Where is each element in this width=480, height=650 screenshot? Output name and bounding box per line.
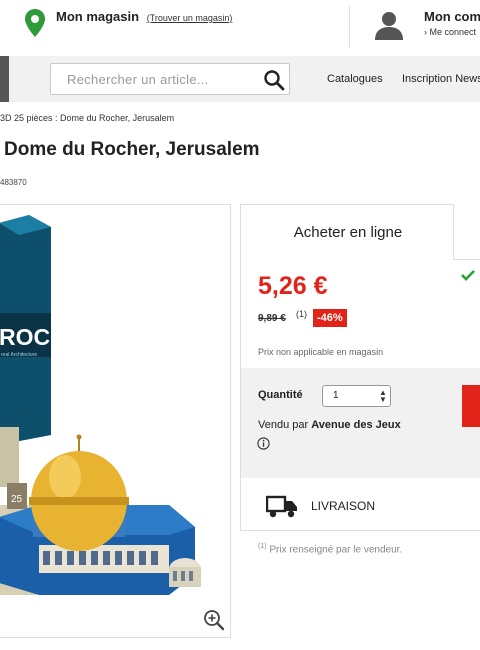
info-icon[interactable] <box>257 437 270 450</box>
account-title[interactable]: Mon comp <box>424 9 480 24</box>
search-placeholder: Rechercher un article... <box>67 72 209 87</box>
zoom-in-icon[interactable] <box>203 609 225 631</box>
delivery-label[interactable]: LIVRAISON <box>311 499 375 513</box>
nav-item-newsletter[interactable]: Inscription News <box>402 73 480 85</box>
product-reference: 483870 <box>0 178 27 187</box>
breadcrumb[interactable]: 3D 25 pièces : Dome du Rocher, Jerusalem <box>0 113 174 123</box>
tab-buy-online-label: Acheter en ligne <box>293 224 403 241</box>
piece-count-label: 25 <box>11 494 23 505</box>
online-only-note: Prix non applicable en magasin <box>258 347 384 357</box>
header-divider <box>349 6 350 48</box>
location-pin-icon[interactable] <box>24 8 46 38</box>
footnote-text: Prix renseigné par le vendeur. <box>269 544 403 556</box>
store-title: Mon magasin (Trouver un magasin) <box>56 9 232 24</box>
product-image[interactable]: ROCK real Architecture 25 <box>0 204 231 638</box>
footnote-marker: (1) <box>258 543 267 550</box>
menu-button[interactable] <box>0 56 9 102</box>
find-store-link[interactable]: (Trouver un magasin) <box>147 13 233 23</box>
current-price: 5,26 € <box>258 272 328 300</box>
sold-by-prefix: Vendu par <box>258 419 309 431</box>
select-arrows-icon: ▲ ▼ <box>379 388 387 404</box>
seller-name[interactable]: Avenue des Jeux <box>311 419 400 431</box>
discount-badge: -46% <box>313 309 347 327</box>
tab-buy-online[interactable]: Acheter en ligne <box>240 204 454 260</box>
truck-icon <box>266 495 297 518</box>
box-title: ROCK <box>0 324 67 350</box>
add-to-cart-button[interactable] <box>462 385 480 427</box>
search-input[interactable]: Rechercher un article... <box>50 63 290 95</box>
check-icon <box>461 270 475 281</box>
old-price: 9,89 € <box>258 313 286 324</box>
store-title-label: Mon magasin <box>56 9 140 24</box>
quantity-select[interactable]: 1 ▲ ▼ <box>322 385 391 407</box>
user-icon[interactable] <box>372 10 406 40</box>
login-link[interactable]: › Me connect <box>424 27 476 37</box>
box-subtitle: real Architecture <box>1 352 37 358</box>
page-title: Dome du Rocher, Jerusalem <box>4 139 260 160</box>
nav-item-catalogues[interactable]: Catalogues <box>327 73 383 85</box>
quantity-label: Quantité <box>258 389 303 401</box>
product-illustration: ROCK real Architecture 25 <box>0 215 201 595</box>
quantity-value: 1 <box>333 390 339 401</box>
sold-by: Vendu par Avenue des Jeux <box>258 419 401 431</box>
search-icon[interactable] <box>263 69 285 91</box>
price-footnote-marker: (1) <box>296 309 307 319</box>
vendor-price-footnote: (1) Prix renseigné par le vendeur. <box>258 543 402 555</box>
